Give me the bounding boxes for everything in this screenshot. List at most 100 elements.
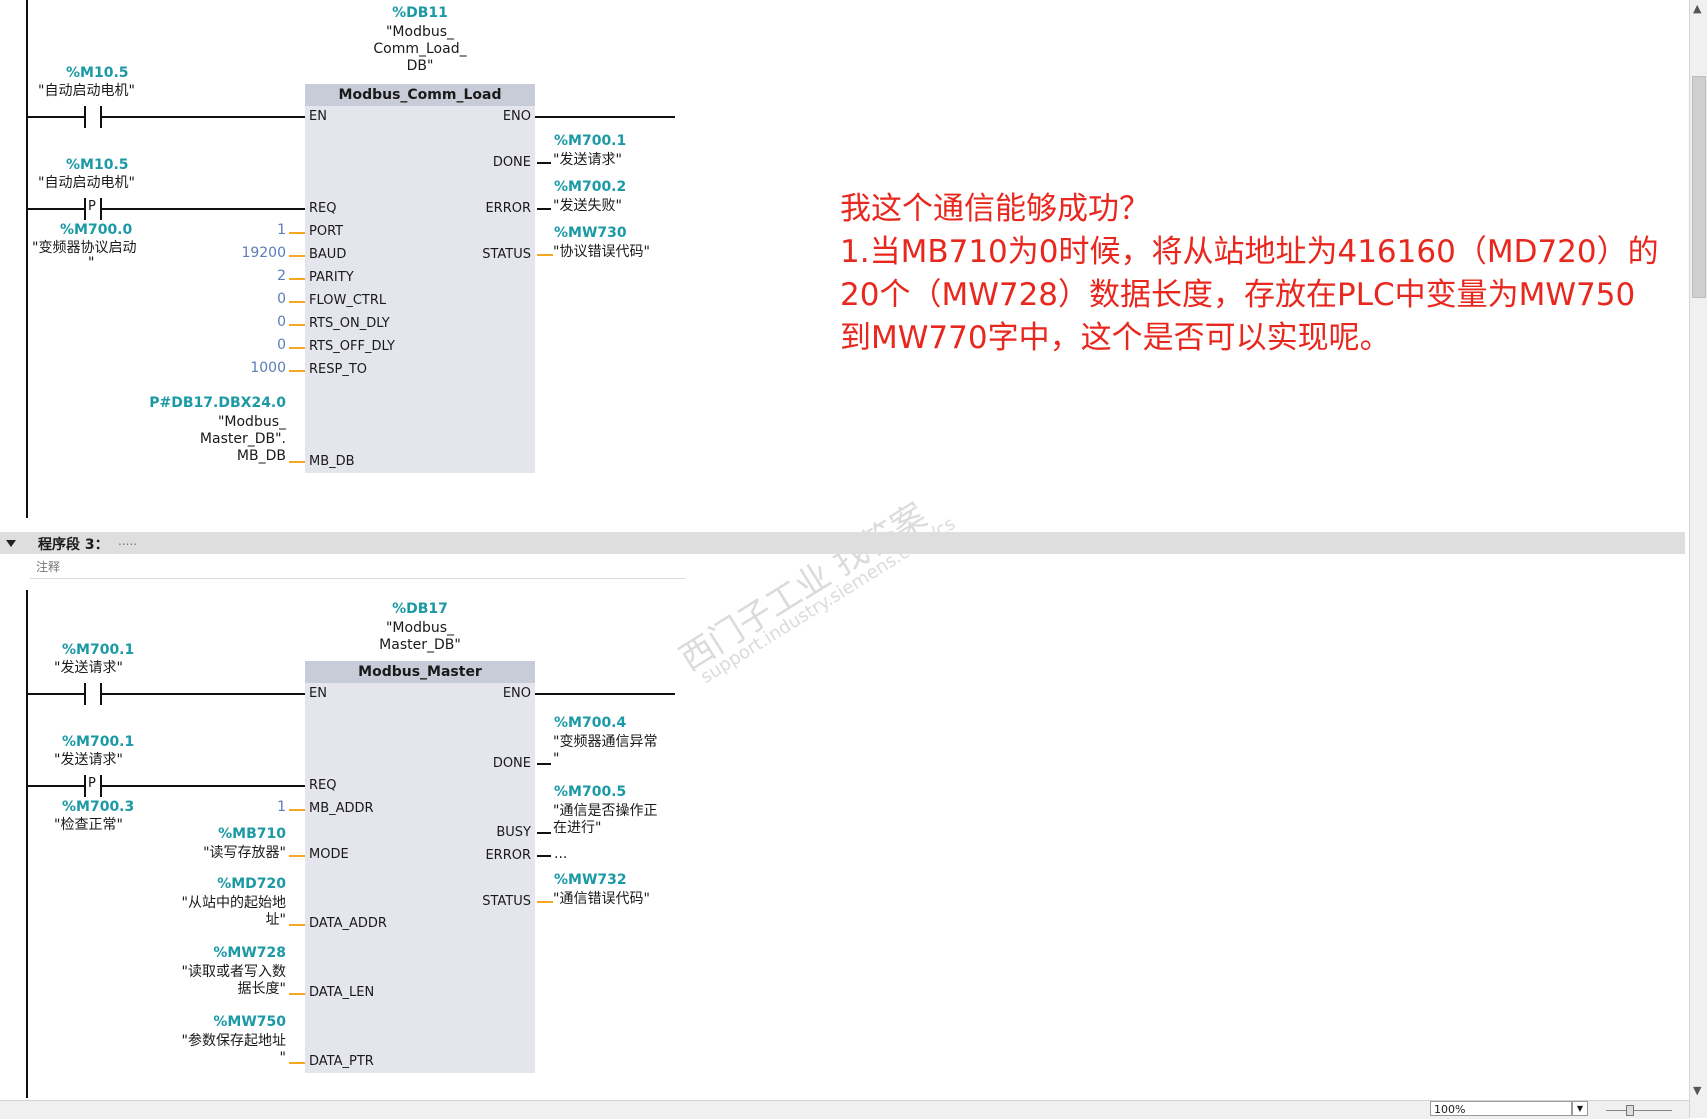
pin-en: EN bbox=[309, 109, 327, 124]
scroll-up-icon[interactable]: ▲ bbox=[1693, 2, 1701, 15]
network-3-header[interactable]: 程序段 3： ..... bbox=[0, 532, 1685, 554]
done-name: "发送请求" bbox=[553, 152, 622, 168]
pin-rts-off-dly: RTS_OFF_DLY bbox=[309, 339, 395, 354]
error-tag[interactable]: %M700.2 bbox=[554, 179, 626, 195]
data-len-name-1: "读取或者写入数 bbox=[181, 964, 286, 980]
status-name: "协议错误代码" bbox=[553, 244, 650, 260]
zoom-slider-track[interactable] bbox=[1606, 1110, 1672, 1111]
val-parity[interactable]: 2 bbox=[210, 268, 286, 284]
mbdb-name-2: Master_DB". bbox=[199, 431, 286, 447]
instance-db-tag[interactable]: %DB11 bbox=[380, 5, 460, 21]
val-mb-addr[interactable]: 1 bbox=[210, 799, 286, 815]
pin-done: DONE bbox=[492, 155, 531, 170]
fb-modbus-master[interactable]: Modbus_Master bbox=[305, 661, 535, 1073]
val-baud[interactable]: 19200 bbox=[210, 245, 286, 261]
contact2-tag[interactable]: %M10.5 bbox=[66, 157, 129, 173]
pin-error: ERROR bbox=[485, 201, 531, 216]
question-line-4: 到MW770字中，这个是否可以实现呢。 bbox=[840, 320, 1391, 356]
contact3-2-name: "发送请求" bbox=[54, 752, 123, 768]
mode-tag[interactable]: %MB710 bbox=[150, 826, 286, 842]
pin3-en: EN bbox=[309, 686, 327, 701]
edge3-bar-left[interactable] bbox=[84, 775, 86, 797]
pin3-mb-addr: MB_ADDR bbox=[309, 801, 374, 816]
data-ptr-tag[interactable]: %MW750 bbox=[150, 1014, 286, 1030]
val-rts-on-dly[interactable]: 0 bbox=[210, 314, 286, 330]
pin3-status: STATUS bbox=[482, 894, 531, 909]
pin3-data-addr: DATA_ADDR bbox=[309, 916, 387, 931]
pin-status: STATUS bbox=[482, 247, 531, 262]
zoom-select[interactable]: 100% bbox=[1430, 1101, 1572, 1116]
done3-name-2: " bbox=[553, 751, 560, 767]
edge-tag[interactable]: %M700.0 bbox=[60, 222, 132, 238]
contact3-1-name: "发送请求" bbox=[54, 660, 123, 676]
edge3-tag[interactable]: %M700.3 bbox=[62, 799, 134, 815]
instance-db-name-2: Comm_Load_ bbox=[373, 41, 467, 57]
pin-flow-ctrl: FLOW_CTRL bbox=[309, 293, 387, 308]
contact3-2-tag[interactable]: %M700.1 bbox=[62, 734, 134, 750]
data-ptr-name-1: "参数保存起地址 bbox=[181, 1033, 286, 1049]
contact1-tag[interactable]: %M10.5 bbox=[66, 65, 129, 81]
val-flow-ctrl[interactable]: 0 bbox=[210, 291, 286, 307]
zoom-dropdown-icon[interactable]: ▼ bbox=[1572, 1101, 1588, 1116]
pin3-busy: BUSY bbox=[496, 825, 531, 840]
data-len-tag[interactable]: %MW728 bbox=[150, 945, 286, 961]
data-addr-name-2: 址" bbox=[265, 912, 286, 928]
error-name: "发送失败" bbox=[553, 198, 622, 214]
pin3-error: ERROR bbox=[485, 848, 531, 863]
mbdb-tag[interactable]: P#DB17.DBX24.0 bbox=[140, 395, 286, 411]
instance-db-name-3: DB" bbox=[406, 58, 434, 74]
instance-db-name-1: "Modbus_ bbox=[385, 24, 455, 40]
status-tag[interactable]: %MW730 bbox=[554, 225, 627, 241]
contact1-name: "自动启动电机" bbox=[38, 83, 135, 99]
vertical-scrollbar[interactable]: ▲ ▼ bbox=[1689, 0, 1707, 1118]
val-resp-to[interactable]: 1000 bbox=[210, 360, 286, 376]
status3-tag[interactable]: %MW732 bbox=[554, 872, 627, 888]
busy-tag[interactable]: %M700.5 bbox=[554, 784, 626, 800]
edge3-p-label: P bbox=[88, 776, 96, 791]
collapse-triangle-icon[interactable] bbox=[6, 540, 16, 547]
scroll-thumb[interactable] bbox=[1692, 76, 1706, 298]
contact3-1-bar-left[interactable] bbox=[84, 683, 86, 705]
contact3-1-tag[interactable]: %M700.1 bbox=[62, 642, 134, 658]
mode-name: "读写存放器" bbox=[203, 845, 286, 861]
instance-db-name-3-2: Master_DB" bbox=[379, 637, 461, 653]
error3-value[interactable]: ... bbox=[554, 846, 567, 863]
question-annotation: 我这个通信能够成功？ 1.当MB710为0时候，将从站地址为416160（MD7… bbox=[840, 188, 1659, 360]
pin-port: PORT bbox=[309, 224, 344, 239]
data-ptr-name-2: " bbox=[279, 1050, 286, 1066]
power-rail bbox=[26, 0, 28, 518]
comment-placeholder: 注释 bbox=[36, 560, 61, 574]
val-port[interactable]: 1 bbox=[210, 222, 286, 238]
pin3-data-ptr: DATA_PTR bbox=[309, 1054, 374, 1069]
edge-name-2: " bbox=[88, 255, 95, 271]
pin-parity: PARITY bbox=[309, 270, 354, 285]
pin3-eno: ENO bbox=[502, 686, 531, 701]
pin3-data-len: DATA_LEN bbox=[309, 985, 375, 1000]
data-addr-tag[interactable]: %MD720 bbox=[150, 876, 286, 892]
zoom-slider-handle[interactable] bbox=[1626, 1105, 1634, 1116]
question-line-2: 1.当MB710为0时候，将从站地址为416160（MD720）的 bbox=[840, 234, 1659, 270]
pin-mb-db: MB_DB bbox=[309, 454, 355, 469]
network-3-title-dots[interactable]: ..... bbox=[118, 534, 137, 548]
done-tag[interactable]: %M700.1 bbox=[554, 133, 626, 149]
pin-rts-on-dly: RTS_ON_DLY bbox=[309, 316, 390, 331]
done3-name-1: "变频器通信异常 bbox=[553, 734, 658, 750]
fb-title: Modbus_Comm_Load bbox=[305, 84, 535, 106]
question-line-1: 我这个通信能够成功？ bbox=[840, 191, 1150, 227]
instance-db-tag-3[interactable]: %DB17 bbox=[380, 601, 460, 617]
pin-req: REQ bbox=[309, 201, 337, 216]
edge-name-1: "变频器协议启动 bbox=[32, 240, 137, 256]
pin3-mode: MODE bbox=[309, 847, 349, 862]
done3-tag[interactable]: %M700.4 bbox=[554, 715, 626, 731]
busy-name-2: 在进行" bbox=[553, 820, 602, 836]
mbdb-name-1: "Modbus_ bbox=[217, 414, 286, 430]
scroll-down-icon[interactable]: ▼ bbox=[1693, 1084, 1701, 1097]
edge-p-label: P bbox=[88, 199, 96, 214]
val-rts-off-dly[interactable]: 0 bbox=[210, 337, 286, 353]
fb-title-3: Modbus_Master bbox=[305, 661, 535, 683]
edge-bar-left[interactable] bbox=[84, 198, 86, 220]
contact1-bar-left[interactable] bbox=[84, 106, 86, 128]
network-3-comment[interactable]: 注释 bbox=[30, 556, 685, 579]
watermark: 西门子工业 找答案 bbox=[672, 495, 934, 680]
pin3-req: REQ bbox=[309, 778, 337, 793]
